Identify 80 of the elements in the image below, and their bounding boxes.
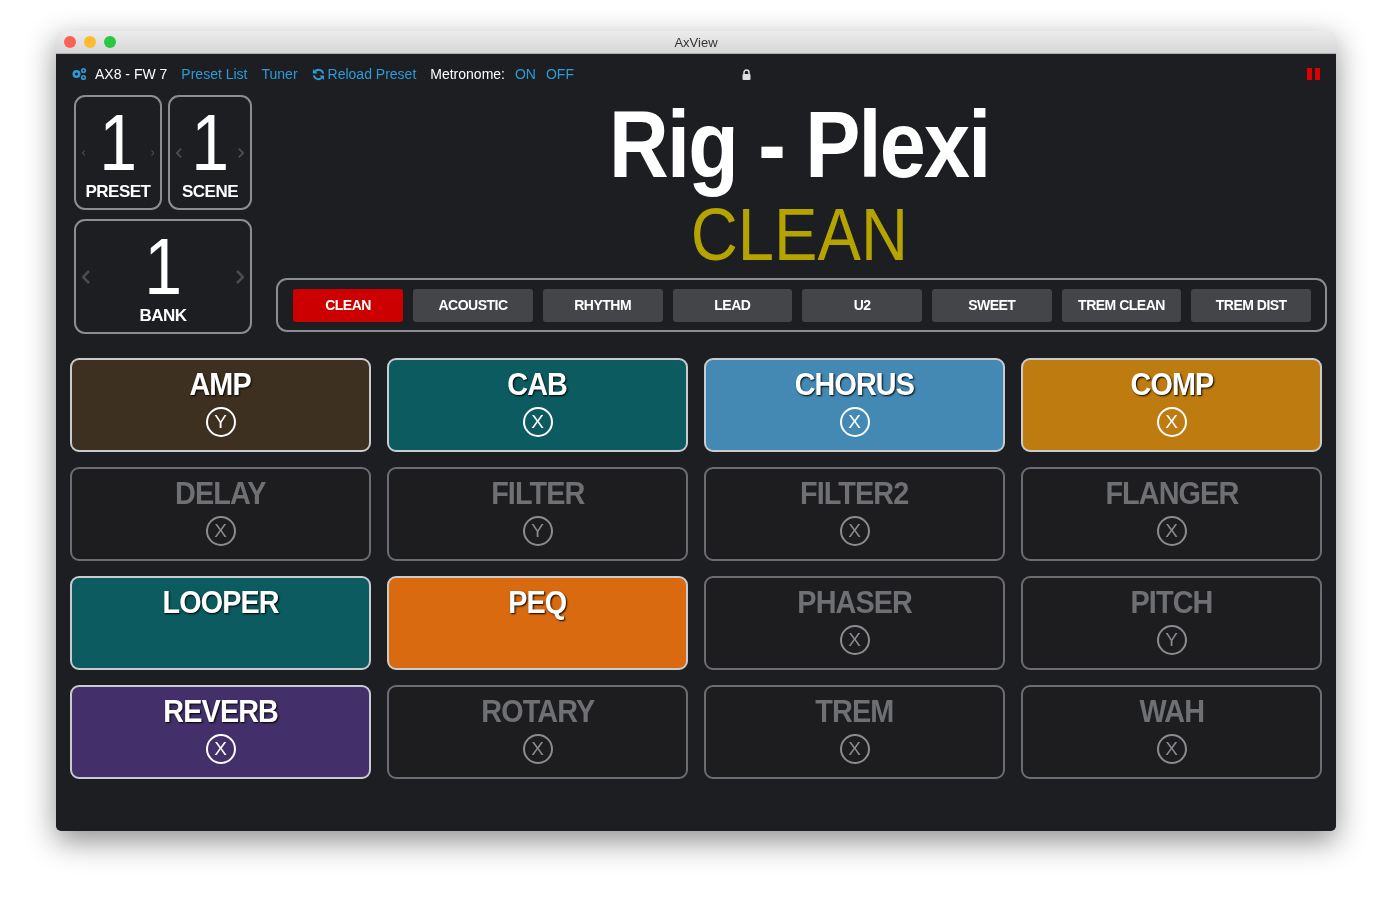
counter-value: 1 (144, 227, 182, 306)
channel-badge[interactable]: X (205, 734, 236, 764)
channel-badge[interactable]: X (205, 516, 236, 546)
effect-block[interactable]: PEQ (387, 576, 688, 670)
block-name: DELAY (175, 475, 266, 512)
counter-value: 1 (99, 103, 137, 182)
effect-block[interactable]: FLANGER X (1021, 467, 1322, 561)
block-name: CAB (507, 366, 568, 403)
channel-badge[interactable]: X (1156, 407, 1187, 437)
refresh-icon (311, 67, 325, 81)
chevron-left-icon[interactable] (176, 145, 182, 160)
channel-badge[interactable]: X (839, 625, 870, 655)
effect-block[interactable]: WAH X (1021, 685, 1322, 779)
counter-label: SCENE (181, 181, 239, 202)
scene-button[interactable]: TREM DIST (1191, 288, 1312, 322)
effect-block[interactable]: CHORUS X (704, 358, 1005, 452)
channel-badge[interactable]: X (1156, 516, 1187, 546)
toolbar-link[interactable]: Preset List (181, 66, 248, 82)
metronome-label: Metronome: (430, 66, 505, 82)
channel-badge[interactable]: X (1156, 734, 1187, 764)
block-name: REVERB (163, 693, 278, 730)
channel-badge[interactable]: Y (522, 516, 553, 546)
block-name: FLANGER (1105, 475, 1238, 512)
effect-block[interactable]: PHASER X (704, 576, 1005, 670)
channel-badge[interactable]: X (839, 516, 870, 546)
reload-preset-link[interactable]: Reload Preset (311, 66, 417, 82)
effect-block[interactable]: TREM X (704, 685, 1005, 779)
zoom-button[interactable] (104, 36, 116, 48)
counter-value: 1 (191, 103, 229, 182)
metronome-option[interactable]: OFF (546, 66, 574, 82)
scene-button[interactable]: ACOUSTIC (413, 288, 533, 322)
channel-badge[interactable]: Y (1156, 625, 1187, 655)
chevron-left-icon[interactable] (82, 269, 90, 284)
chevron-right-icon[interactable] (236, 269, 244, 284)
block-name: ROTARY (481, 693, 594, 730)
chevron-right-icon[interactable] (238, 145, 244, 160)
effect-block[interactable]: AMP Y (70, 358, 371, 452)
scene-button[interactable]: LEAD (672, 288, 793, 322)
block-name: FILTER2 (800, 475, 909, 512)
effect-block[interactable]: FILTER2 X (704, 467, 1005, 561)
counter-label: PRESET (85, 181, 151, 202)
channel-badge[interactable]: X (839, 734, 870, 764)
scene-button[interactable]: U2 (802, 288, 922, 322)
counter-label: BANK (139, 305, 187, 326)
block-name: LOOPER (162, 584, 279, 621)
channel-badge[interactable]: X (522, 407, 553, 437)
channel-badge[interactable]: Y (205, 407, 236, 437)
minimize-button[interactable] (84, 36, 96, 48)
effect-block[interactable]: PITCH Y (1021, 576, 1322, 670)
device-label: AX8 - FW 7 (95, 66, 168, 82)
effect-block[interactable]: CAB X (387, 358, 688, 452)
block-name: WAH (1139, 693, 1204, 730)
window-title: AxView (674, 34, 718, 50)
block-name: AMP (189, 366, 252, 403)
effect-block[interactable]: FILTER Y (387, 467, 688, 561)
scene-button[interactable]: SWEET (931, 288, 1052, 322)
scene-button[interactable]: RHYTHM (542, 288, 663, 322)
channel-badge[interactable]: X (522, 734, 553, 764)
effect-block[interactable]: LOOPER (70, 576, 371, 670)
effect-block[interactable]: DELAY X (70, 467, 371, 561)
preset-name: Rig - Plexi (608, 95, 990, 195)
block-name: PITCH (1130, 584, 1213, 621)
effect-block[interactable]: REVERB X (70, 685, 371, 779)
toolbar-link[interactable]: Tuner (261, 66, 298, 82)
block-name: FILTER (490, 475, 585, 512)
block-name: CHORUS (794, 366, 915, 403)
scene-button[interactable]: TREM CLEAN (1061, 288, 1182, 322)
effect-block[interactable]: ROTARY X (387, 685, 688, 779)
gears-icon[interactable] (71, 67, 87, 81)
channel-badge[interactable]: X (839, 407, 870, 437)
close-button[interactable] (64, 36, 76, 48)
metronome-option[interactable]: ON (515, 66, 536, 82)
pause-icon[interactable] (1307, 68, 1320, 80)
block-name: TREM (815, 693, 894, 730)
effect-block[interactable]: COMP X (1021, 358, 1322, 452)
block-name: PEQ (508, 584, 567, 621)
block-name: PHASER (797, 584, 912, 621)
block-name: COMP (1130, 366, 1213, 403)
lock-icon[interactable] (742, 68, 751, 80)
scene-button[interactable]: CLEAN (293, 288, 404, 322)
